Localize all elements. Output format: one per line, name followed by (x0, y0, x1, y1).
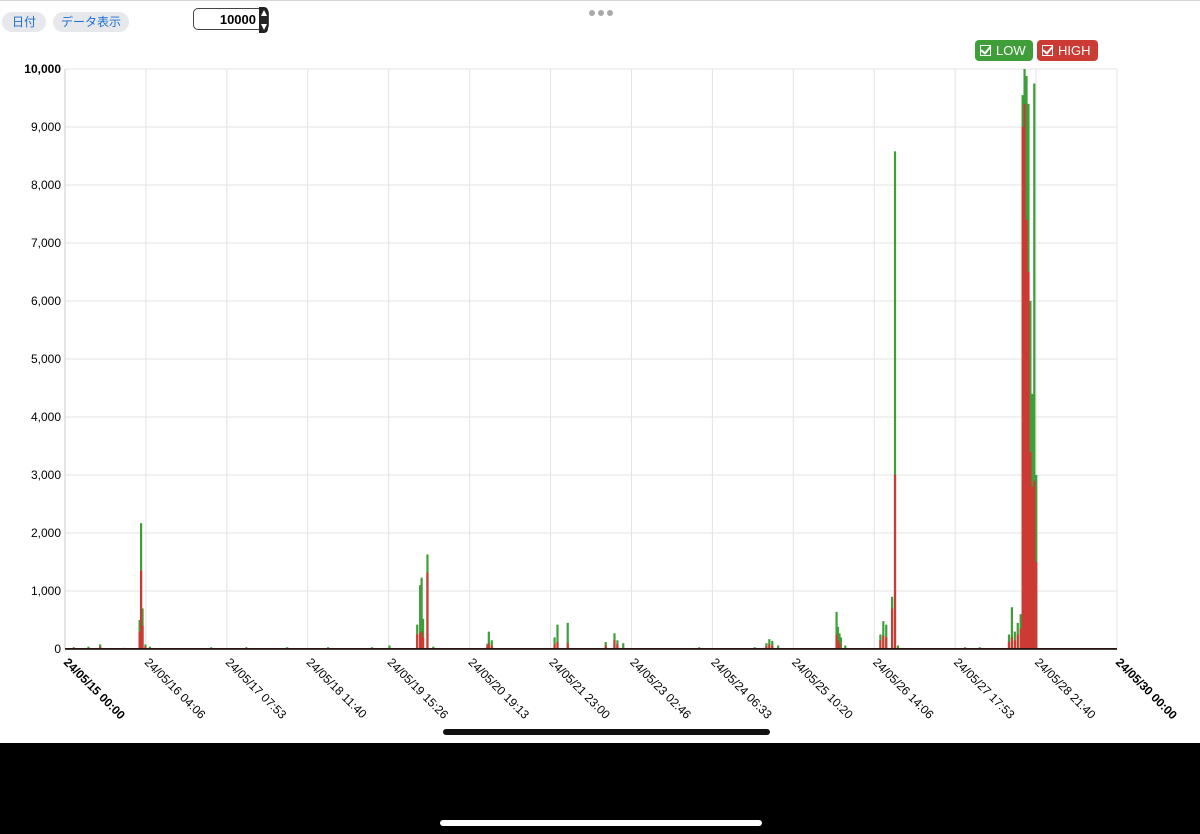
x-tick-label: 24/05/27 17:53 (951, 655, 1018, 722)
home-indicator (443, 729, 770, 735)
bar-high (1016, 634, 1019, 649)
bar-high (416, 634, 419, 649)
bar-high (426, 572, 429, 649)
bar-high (882, 635, 885, 649)
x-tick-label: 24/05/26 14:06 (870, 655, 937, 722)
y-tick-label: 8,000 (31, 178, 61, 192)
bar-high (1023, 103, 1026, 650)
x-axis-tick-labels: 24/05/15 00:00 24/05/16 04:06 24/05/17 07:… (61, 655, 1180, 722)
bar-high (1025, 219, 1028, 650)
bar-high (1033, 480, 1036, 649)
chart: 0 1,000 2,000 3,000 4,000 5,000 6,000 7,000 8,00… (24, 62, 1180, 722)
bar-high (421, 637, 425, 649)
x-tick-label: 24/05/21 23:00 (546, 655, 613, 722)
y-tick-label: 6,000 (31, 294, 61, 308)
bar-high (879, 640, 882, 649)
x-tick-label: 24/05/16 04:06 (142, 655, 209, 722)
bar-high (1007, 642, 1011, 649)
bar-high (141, 625, 144, 649)
y-tick-label: 10,000 (24, 62, 61, 76)
chart-grid (64, 68, 1118, 650)
y-tick-label: 2,000 (31, 526, 61, 540)
y-axis-tick-labels: 0 1,000 2,000 3,000 4,000 5,000 6,000 7,000 8,00… (24, 62, 61, 656)
bar-high (1019, 628, 1022, 649)
bar-high (556, 642, 559, 649)
x-tick-label: 24/05/24 06:33 (708, 655, 775, 722)
home-indicator-bottom (440, 820, 762, 826)
x-tick-label: 24/05/19 15:26 (385, 655, 452, 722)
bar-high (1021, 127, 1024, 649)
bar-high (613, 640, 616, 649)
y-tick-label: 1,000 (31, 584, 61, 598)
bar-high (1010, 637, 1013, 649)
bar-high (1013, 640, 1016, 649)
x-tick-label: 24/05/17 07:53 (223, 655, 290, 722)
bar-high (1029, 451, 1032, 649)
bar-high (890, 608, 894, 649)
x-tick-label: 24/05/30 00:00 (1113, 655, 1180, 722)
x-tick-label: 24/05/15 00:00 (61, 655, 128, 722)
x-tick-label: 24/05/20 19:13 (465, 655, 532, 722)
bar-high (1027, 272, 1030, 649)
x-tick-label: 24/05/23 02:46 (627, 655, 694, 722)
y-tick-label: 3,000 (31, 468, 61, 482)
x-tick-label: 24/05/18 11:40 (304, 655, 370, 721)
bar-high (885, 637, 888, 649)
y-tick-label: 5,000 (31, 352, 61, 366)
bar-high (1031, 486, 1034, 649)
y-tick-label: 7,000 (31, 236, 61, 250)
y-tick-label: 4,000 (31, 410, 61, 424)
x-tick-label: 24/05/25 10:20 (789, 655, 856, 722)
x-tick-label: 24/05/28 21:40 (1032, 655, 1099, 722)
bar-high (893, 475, 897, 649)
y-tick-label: 0 (54, 642, 61, 656)
bar-high (1035, 562, 1038, 649)
y-tick-label: 9,000 (31, 120, 61, 134)
